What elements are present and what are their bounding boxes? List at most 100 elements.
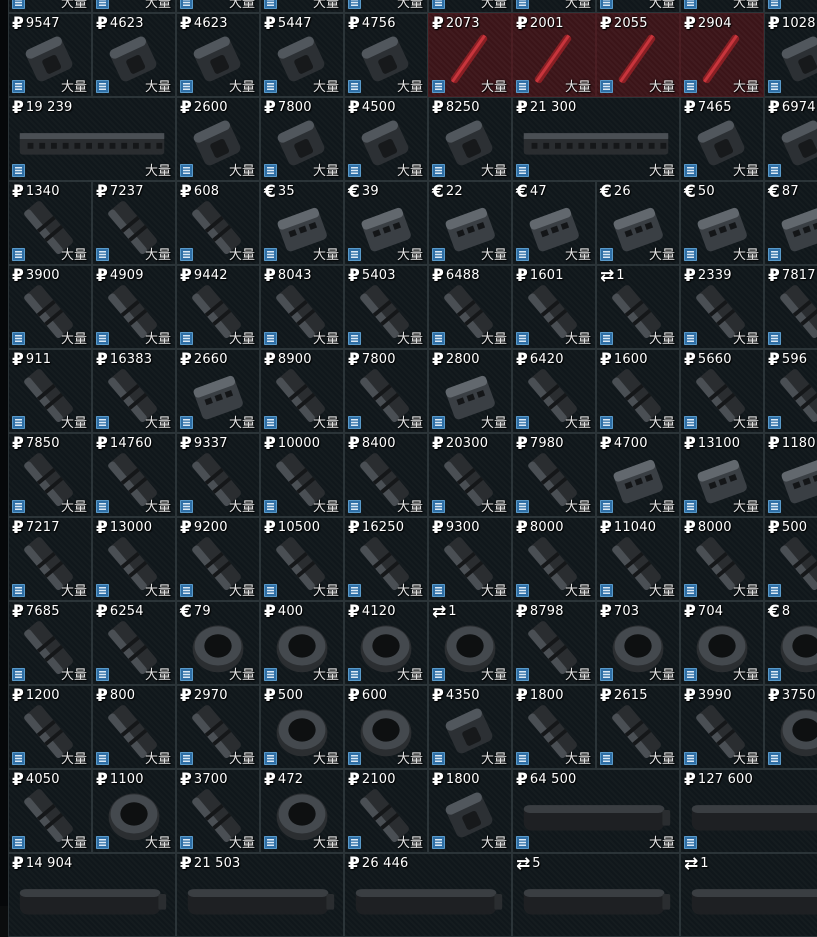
offer-cell[interactable]: 大量: [8, 0, 92, 13]
offer-cell[interactable]: ₽8043大量: [260, 265, 344, 349]
offer-cell[interactable]: €22大量: [428, 181, 512, 265]
offer-cell[interactable]: €79大量: [176, 601, 260, 685]
offer-cell[interactable]: ₽11040大量: [596, 517, 680, 601]
offer-cell[interactable]: ₽10500大量: [260, 517, 344, 601]
offer-cell[interactable]: ₽704大量: [680, 601, 764, 685]
offer-cell[interactable]: ₽1028大量: [764, 13, 817, 97]
offer-cell[interactable]: ₽21 300大量: [512, 97, 680, 181]
offer-cell[interactable]: ₽400大量: [260, 601, 344, 685]
offer-cell[interactable]: ₽21 503: [176, 853, 344, 937]
offer-cell[interactable]: ₽500大量: [260, 685, 344, 769]
offer-cell[interactable]: ₽1601大量: [512, 265, 596, 349]
offer-cell[interactable]: ₽8000大量: [512, 517, 596, 601]
offer-cell[interactable]: ₽5660大量: [680, 349, 764, 433]
offer-cell[interactable]: ₽3990大量: [680, 685, 764, 769]
offer-cell[interactable]: 大量: [260, 0, 344, 13]
offer-cell[interactable]: €87大量: [764, 181, 817, 265]
offer-cell[interactable]: €35大量: [260, 181, 344, 265]
offer-cell[interactable]: ₽10000大量: [260, 433, 344, 517]
offer-cell[interactable]: ₽7217大量: [8, 517, 92, 601]
offer-cell[interactable]: ₽3750大量: [764, 685, 817, 769]
offer-cell[interactable]: €50大量: [680, 181, 764, 265]
offer-cell[interactable]: ₽9200大量: [176, 517, 260, 601]
offer-cell[interactable]: ₽20300大量: [428, 433, 512, 517]
offer-cell[interactable]: ₽4909大量: [92, 265, 176, 349]
offer-cell[interactable]: 大量: [512, 0, 596, 13]
offer-cell[interactable]: ₽9547大量: [8, 13, 92, 97]
offer-cell[interactable]: ₽2339大量: [680, 265, 764, 349]
offer-cell[interactable]: ₽7817大量: [764, 265, 817, 349]
offer-cell[interactable]: ₽64 500大量: [512, 769, 680, 853]
offer-cell[interactable]: ₽2970大量: [176, 685, 260, 769]
offer-cell[interactable]: ₽5447大量: [260, 13, 344, 97]
offer-cell[interactable]: ₽1200大量: [8, 685, 92, 769]
offer-cell[interactable]: ₽2073大量: [428, 13, 512, 97]
offer-cell[interactable]: ₽500大量: [764, 517, 817, 601]
offer-cell[interactable]: ⇄1大量: [428, 601, 512, 685]
offer-cell[interactable]: €26大量: [596, 181, 680, 265]
offer-cell[interactable]: ₽9337大量: [176, 433, 260, 517]
offer-cell[interactable]: ₽4756大量: [344, 13, 428, 97]
offer-cell[interactable]: 大量: [596, 0, 680, 13]
offer-cell[interactable]: ₽7800大量: [344, 349, 428, 433]
offer-cell[interactable]: ₽703大量: [596, 601, 680, 685]
offer-cell[interactable]: ₽911大量: [8, 349, 92, 433]
offer-cell[interactable]: ₽19 239大量: [8, 97, 176, 181]
offer-cell[interactable]: ₽596大量: [764, 349, 817, 433]
offer-cell[interactable]: ₽2904大量: [680, 13, 764, 97]
offer-cell[interactable]: ₽127 600大量: [680, 769, 817, 853]
offer-cell[interactable]: ₽4500大量: [344, 97, 428, 181]
offer-cell[interactable]: ₽13000大量: [92, 517, 176, 601]
offer-cell[interactable]: ₽8798大量: [512, 601, 596, 685]
offer-cell[interactable]: ⇄5: [512, 853, 680, 937]
offer-cell[interactable]: ₽2001大量: [512, 13, 596, 97]
offer-cell[interactable]: ₽7237大量: [92, 181, 176, 265]
offer-cell[interactable]: ₽3700大量: [176, 769, 260, 853]
offer-cell[interactable]: 大量: [764, 0, 817, 13]
offer-cell[interactable]: ⇄1: [680, 853, 817, 937]
offer-cell[interactable]: ₽1600大量: [596, 349, 680, 433]
offer-cell[interactable]: ₽4623大量: [176, 13, 260, 97]
offer-cell[interactable]: 大量: [176, 0, 260, 13]
offer-cell[interactable]: ₽1800大量: [428, 769, 512, 853]
offer-cell[interactable]: 大量: [92, 0, 176, 13]
offer-cell[interactable]: ₽2615大量: [596, 685, 680, 769]
offer-cell[interactable]: ₽2660大量: [176, 349, 260, 433]
offer-cell[interactable]: ₽8900大量: [260, 349, 344, 433]
offer-cell[interactable]: ₽9300大量: [428, 517, 512, 601]
offer-cell[interactable]: ₽5403大量: [344, 265, 428, 349]
offer-cell[interactable]: ₽2055大量: [596, 13, 680, 97]
offer-cell[interactable]: ⇄1大量: [596, 265, 680, 349]
offer-cell[interactable]: ₽8250大量: [428, 97, 512, 181]
offer-cell[interactable]: 大量: [344, 0, 428, 13]
offer-cell[interactable]: ₽26 446: [344, 853, 512, 937]
offer-cell[interactable]: ₽472大量: [260, 769, 344, 853]
offer-cell[interactable]: ₽14 904: [8, 853, 176, 937]
offer-cell[interactable]: ₽4120大量: [344, 601, 428, 685]
offer-cell[interactable]: ₽13100大量: [680, 433, 764, 517]
offer-cell[interactable]: €8大量: [764, 601, 817, 685]
offer-cell[interactable]: ₽16250大量: [344, 517, 428, 601]
offer-cell[interactable]: ₽8400大量: [344, 433, 428, 517]
offer-cell[interactable]: ₽600大量: [344, 685, 428, 769]
offer-cell[interactable]: ₽4050大量: [8, 769, 92, 853]
offer-cell[interactable]: ₽16383大量: [92, 349, 176, 433]
offer-cell[interactable]: ₽6420大量: [512, 349, 596, 433]
offer-cell[interactable]: ₽7465大量: [680, 97, 764, 181]
offer-cell[interactable]: ₽6254大量: [92, 601, 176, 685]
offer-cell[interactable]: ₽1800大量: [512, 685, 596, 769]
offer-cell[interactable]: ₽9442大量: [176, 265, 260, 349]
offer-cell[interactable]: ₽6488大量: [428, 265, 512, 349]
offer-cell[interactable]: ₽14760大量: [92, 433, 176, 517]
offer-cell[interactable]: ₽7800大量: [260, 97, 344, 181]
offer-cell[interactable]: ₽2100大量: [344, 769, 428, 853]
offer-cell[interactable]: ₽800大量: [92, 685, 176, 769]
offer-cell[interactable]: ₽608大量: [176, 181, 260, 265]
offer-cell[interactable]: ₽2600大量: [176, 97, 260, 181]
offer-cell[interactable]: 大量: [428, 0, 512, 13]
offer-cell[interactable]: ₽4623大量: [92, 13, 176, 97]
offer-cell[interactable]: €47大量: [512, 181, 596, 265]
offer-cell[interactable]: ₽4350大量: [428, 685, 512, 769]
offer-cell[interactable]: ₽1180大量: [764, 433, 817, 517]
offer-cell[interactable]: ₽2800大量: [428, 349, 512, 433]
